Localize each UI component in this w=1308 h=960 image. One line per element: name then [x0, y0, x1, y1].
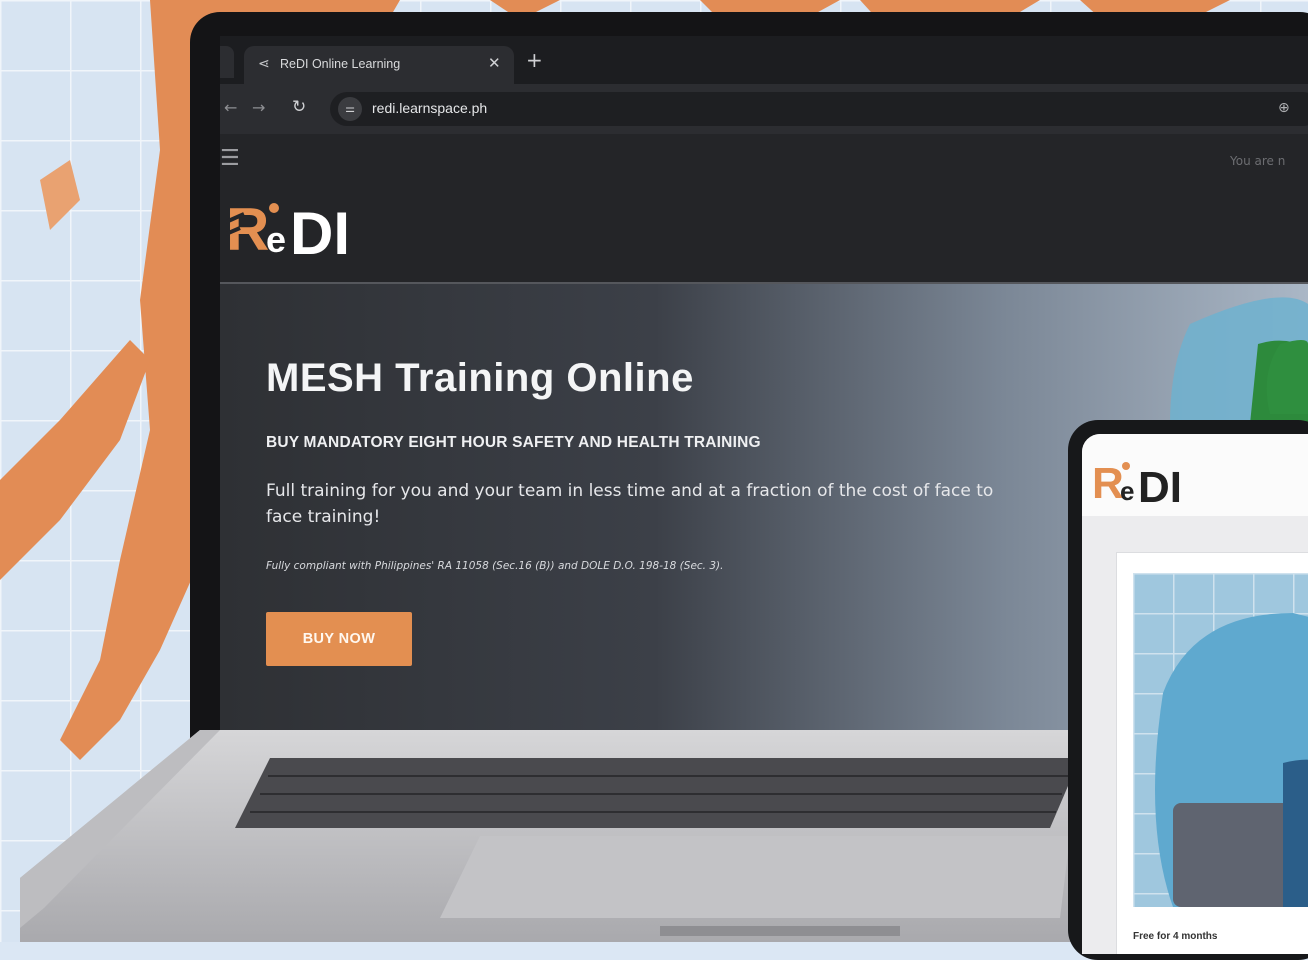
address-bar[interactable]: ⚌ redi.learnspace.ph ⊕ [330, 92, 1308, 126]
svg-text:e: e [1120, 476, 1134, 506]
close-icon[interactable]: ✕ [488, 54, 501, 72]
site-header: ☰ You are n R e DI [220, 134, 1308, 284]
hero-subtitle: BUY MANDATORY EIGHT HOUR SAFETY AND HEAL… [266, 434, 761, 451]
previous-tab[interactable] [220, 46, 234, 78]
tab-title: ReDI Online Learning [280, 57, 401, 71]
tablet-screen: R e DI Free for 4 months [1082, 434, 1308, 954]
svg-text:DI: DI [290, 200, 350, 262]
reload-icon[interactable]: ↻ [292, 97, 306, 117]
svg-text:e: e [266, 219, 286, 260]
browser-toolbar: ← → ↻ ⚌ redi.learnspace.ph ⊕ [220, 84, 1308, 134]
course-image [1133, 573, 1308, 907]
buy-now-button[interactable]: BUY NOW [266, 612, 412, 666]
svg-text:R: R [226, 196, 269, 262]
hamburger-icon[interactable]: ☰ [220, 148, 240, 170]
hero-title: MESH Training Online [266, 356, 694, 400]
course-card[interactable]: Free for 4 months [1116, 552, 1308, 954]
zoom-icon[interactable]: ⊕ [1278, 100, 1290, 116]
login-status: You are n [1230, 154, 1286, 168]
svg-text:DI: DI [1138, 463, 1182, 508]
url-text[interactable]: redi.learnspace.ph [372, 100, 487, 116]
hero-description: Full training for you and your team in l… [266, 481, 994, 527]
svg-text:R: R [1092, 459, 1124, 508]
card-caption: Free for 4 months [1133, 931, 1218, 942]
new-tab-button[interactable]: + [526, 48, 543, 72]
tune-icon[interactable]: ⚌ [338, 97, 362, 121]
forward-arrow-icon[interactable]: → [252, 98, 265, 117]
redi-logo[interactable]: R e DI [226, 186, 376, 262]
share-arrow-icon: ⋖ [258, 55, 270, 71]
compliance-note: Fully compliant with Philippines' RA 110… [266, 560, 724, 572]
browser-tab[interactable]: ⋖ ReDI Online Learning ✕ [244, 46, 514, 84]
browser-tab-bar: ⋖ ReDI Online Learning ✕ + [220, 36, 1308, 84]
back-arrow-icon[interactable]: ← [224, 98, 237, 117]
redi-logo[interactable]: R e DI [1092, 452, 1202, 508]
tablet-header: R e DI [1082, 434, 1308, 516]
